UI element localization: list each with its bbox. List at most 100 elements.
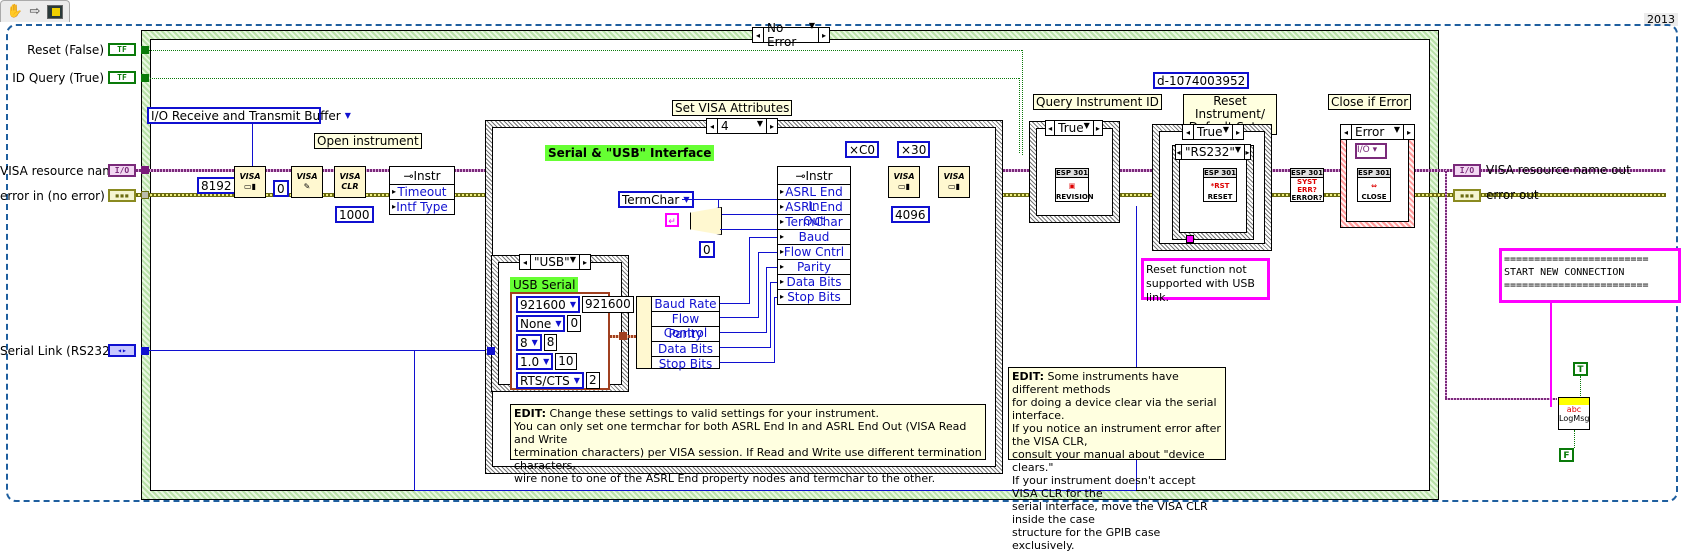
- instr-property-node[interactable]: ⊸ Instr Timeout Intf Type: [389, 166, 455, 215]
- visa-set-buffer-node-2[interactable]: VISA ▭▮: [888, 166, 920, 198]
- error-out-label: error out: [1486, 188, 1539, 202]
- error-code-constant[interactable]: d-1074003952: [1153, 72, 1250, 89]
- usb-case-selector[interactable]: ◂ "USB" ▼ ▸: [519, 254, 591, 270]
- visa-clear-node[interactable]: VISA CLR: [334, 166, 366, 198]
- timeout-constant[interactable]: 1000: [335, 206, 374, 223]
- esp301-error-query-node[interactable]: ESP 301 SYST ERR? ERROR?: [1290, 168, 1324, 202]
- visa-branch-wire: [1445, 398, 1557, 400]
- reset-case-selector[interactable]: ◂ True ▼ ▸: [1182, 124, 1244, 140]
- prev-case-icon[interactable]: ◂: [707, 119, 718, 133]
- chevron-down-icon: ▼: [756, 119, 763, 128]
- property-asrl-end-out[interactable]: ASRL End Out: [778, 200, 850, 228]
- wire: [720, 229, 778, 230]
- handshake-value: 2: [585, 372, 600, 389]
- visa-resource-out-label: VISA resource name out: [1486, 163, 1631, 177]
- rs232-case-selector[interactable]: ◂ "RS232" ▼ ▸: [1175, 144, 1251, 160]
- next-case-icon[interactable]: ▸: [766, 119, 777, 133]
- buffer-size-constant[interactable]: 8192: [197, 177, 236, 194]
- visa-refnum-constant[interactable]: I/O ▾: [1355, 143, 1387, 159]
- main-case-selector[interactable]: ◂ No Error ▼ ▸: [752, 21, 830, 49]
- chevron-down-icon: ▼: [344, 111, 351, 120]
- interface-case-selector[interactable]: ◂ 4 ▼ ▸: [706, 118, 778, 134]
- prev-case-icon[interactable]: ◂: [753, 28, 764, 42]
- flow-ring[interactable]: None ▼: [516, 315, 566, 332]
- esp301-close-node[interactable]: ESP 301 ⇔ CLOSE: [1357, 168, 1391, 202]
- visa-resource-out-indicator: I/O: [1453, 164, 1481, 177]
- id-query-wire: [146, 78, 1019, 79]
- tunnel: [1186, 235, 1194, 243]
- stop-bits-ring[interactable]: 1.0 ▼: [516, 353, 554, 370]
- data-bits-value: 8: [543, 334, 558, 351]
- visa-resource-control[interactable]: I/O: [108, 164, 136, 177]
- visa-set-buffer-node-3[interactable]: VISA ▭▮: [938, 166, 970, 198]
- esp301-reset-node[interactable]: ESP 301 *RST RESET: [1203, 168, 1237, 202]
- property-data-bits[interactable]: Data Bits: [778, 275, 850, 290]
- serial-property-node[interactable]: ⊸ Instr ASRL End In ASRL End Out TermCha…: [777, 166, 851, 305]
- termchar-hex-constant[interactable]: ×C0: [845, 141, 880, 158]
- error-in-control[interactable]: ▪▪▪: [108, 189, 136, 202]
- property-flow-control[interactable]: Flow Cntrl: [778, 245, 850, 260]
- unbundle-flow-control[interactable]: Flow Control: [652, 312, 719, 340]
- settings-comment: EDIT: Change these settings to valid set…: [510, 404, 986, 485]
- query-instrument-id-label: Query Instrument ID: [1033, 94, 1162, 110]
- property-timeout[interactable]: Timeout: [390, 185, 454, 200]
- log-string-constant[interactable]: ======================== START NEW CONNEC…: [1499, 248, 1681, 303]
- reset-wire: [146, 50, 1022, 51]
- error-out-indicator: ▪▪▪: [1453, 189, 1481, 202]
- interface-label: Serial & "USB" Interface: [545, 145, 715, 161]
- arrow-icon[interactable]: ⇨: [27, 4, 43, 20]
- linefeed-constant[interactable]: ↵: [665, 213, 679, 227]
- false-constant[interactable]: F: [1559, 448, 1574, 462]
- chevron-down-icon: ▼: [808, 21, 815, 30]
- next-case-icon[interactable]: ▸: [579, 255, 590, 269]
- hex-30-constant[interactable]: ×30: [897, 141, 931, 158]
- property-intf-type[interactable]: Intf Type: [390, 200, 454, 214]
- true-constant[interactable]: T: [1573, 362, 1588, 376]
- unbundle-stop-bits[interactable]: Stop Bits: [652, 357, 719, 371]
- usb-settings-cluster[interactable]: 921600 ▼ 921600 None ▼ 0 8 ▼ 8 1.0 ▼ 10 RTS/CTS ▼…: [510, 292, 634, 390]
- buffer-mask-ring[interactable]: I/O Receive and Transmit Buffer ▼: [147, 107, 351, 124]
- property-stop-bits[interactable]: Stop Bits: [778, 290, 850, 304]
- serial-link-control[interactable]: ◂▸: [108, 344, 136, 357]
- serial-link-wire: [142, 350, 492, 351]
- tunnel: [141, 347, 149, 355]
- key-icon: ⊸: [403, 168, 414, 183]
- termchar-enable-constant[interactable]: 0: [699, 241, 715, 258]
- handshake-ring[interactable]: RTS/CTS ▼: [516, 372, 584, 389]
- stop-bits-value: 10: [555, 353, 577, 370]
- main-case-selector-value: No Error: [767, 21, 797, 49]
- unbundle-baud-rate[interactable]: Baud Rate: [652, 297, 719, 312]
- next-case-icon[interactable]: ▸: [818, 28, 829, 42]
- unbundle-by-name-node[interactable]: Baud Rate Flow Control Parity Data Bits …: [636, 296, 720, 371]
- log-msg-node[interactable]: abc LogMsg: [1558, 397, 1590, 430]
- visa-set-buffer-node[interactable]: VISA ▭▮: [234, 166, 266, 198]
- prev-case-icon[interactable]: ◂: [520, 255, 531, 269]
- block-diagram-icon[interactable]: [47, 4, 63, 19]
- query-id-case-selector[interactable]: ◂ True ▼ ▸: [1045, 120, 1103, 136]
- visa-flush-node[interactable]: VISA ✎: [291, 166, 323, 198]
- open-instrument-label: Open instrument: [314, 133, 422, 149]
- unbundle-parity[interactable]: Parity: [652, 327, 719, 342]
- tunnel: [141, 166, 149, 174]
- property-baud[interactable]: Baud: [778, 230, 850, 245]
- reset-control[interactable]: TF: [108, 43, 136, 56]
- wire: [682, 199, 778, 200]
- unbundle-data-bits[interactable]: Data Bits: [652, 342, 719, 357]
- flow-value: 0: [567, 315, 582, 332]
- id-query-wire-v: [1019, 78, 1020, 153]
- property-asrl-end-in[interactable]: ASRL End In: [778, 185, 850, 213]
- id-query-control[interactable]: TF: [108, 71, 136, 84]
- wire: [252, 124, 253, 168]
- flush-mask-constant[interactable]: 0: [273, 180, 289, 197]
- baud-ring[interactable]: 921600 ▼: [516, 296, 580, 313]
- property-parity[interactable]: Parity: [778, 260, 850, 275]
- set-visa-attributes-label: Set VISA Attributes: [672, 100, 793, 116]
- tunnel: [141, 74, 149, 82]
- hand-tool-icon[interactable]: ✋: [7, 4, 23, 20]
- tunnel: [141, 191, 149, 199]
- close-case-selector[interactable]: ◂ Error ▼ ▸: [1340, 124, 1415, 140]
- data-bits-ring[interactable]: 8 ▼: [516, 334, 542, 351]
- buffer-4096-constant[interactable]: 4096: [891, 206, 930, 223]
- esp301-revision-node[interactable]: ESP 301 ▣ REVISION: [1055, 168, 1094, 202]
- property-termchar[interactable]: TermChar: [778, 215, 850, 230]
